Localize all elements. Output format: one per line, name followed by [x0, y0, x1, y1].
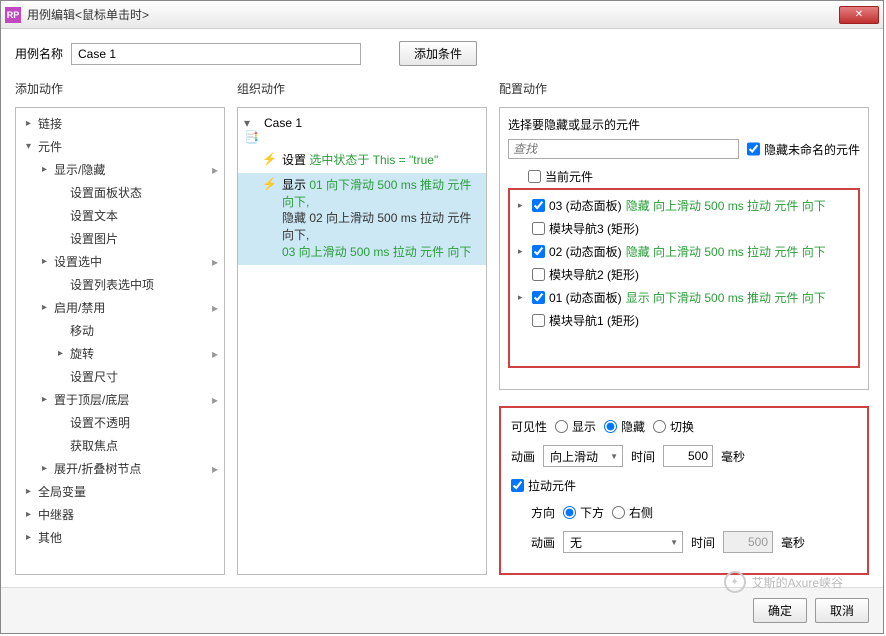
- action-tree-item[interactable]: 设置文本: [16, 204, 224, 227]
- close-button[interactable]: ✕: [839, 6, 879, 24]
- time-input[interactable]: [663, 445, 713, 467]
- org-case-row[interactable]: ▾ 📑 Case 1: [238, 112, 486, 148]
- org-set-row[interactable]: ⚡ 设置 选中状态于 This = "true": [238, 148, 486, 173]
- action-tree-item[interactable]: 设置尺寸: [16, 365, 224, 388]
- pull-time-input: [723, 531, 773, 553]
- action-tree-item[interactable]: ▸链接: [16, 112, 224, 135]
- visibility-hide-radio[interactable]: 隐藏: [604, 418, 645, 435]
- action-tree-item[interactable]: 设置不透明: [16, 411, 224, 434]
- pull-animation-label: 动画: [531, 534, 555, 551]
- animation-select[interactable]: 向上滑动: [543, 445, 623, 467]
- actions-tree[interactable]: ▸链接▾元件▸显示/隐藏▸设置面板状态设置文本设置图片▸设置选中▸设置列表选中项…: [15, 107, 225, 575]
- visibility-toggle-radio[interactable]: 切换: [653, 418, 694, 435]
- app-icon: RP: [5, 7, 21, 23]
- action-tree-item[interactable]: ▸中继器: [16, 503, 224, 526]
- element-row[interactable]: ▸ 02 (动态面板) 隐藏 向上滑动 500 ms 拉动 元件 向下: [514, 240, 854, 263]
- element-row[interactable]: ▸ 03 (动态面板) 隐藏 向上滑动 500 ms 拉动 元件 向下: [514, 194, 854, 217]
- organize-action-title: 组织动作: [237, 80, 487, 101]
- time-label: 时间: [631, 448, 655, 465]
- properties-panel: 可见性 显示 隐藏 切换 动画 向上滑动 时间 毫秒: [499, 406, 869, 575]
- case-name-input[interactable]: [71, 43, 361, 65]
- hide-unnamed-checkbox[interactable]: 隐藏未命名的元件: [747, 139, 860, 159]
- select-elements-label: 选择要隐藏或显示的元件: [508, 116, 860, 133]
- organize-panel: ▾ 📑 Case 1 ⚡ 设置 选中状态于 This = "true" ⚡ 显示…: [237, 107, 487, 575]
- action-tree-item[interactable]: 设置列表选中项: [16, 273, 224, 296]
- action-tree-item[interactable]: ▾元件: [16, 135, 224, 158]
- direction-down-radio[interactable]: 下方: [563, 504, 604, 521]
- element-row[interactable]: 模块导航3 (矩形): [514, 217, 854, 240]
- direction-label: 方向: [531, 504, 555, 521]
- current-element-row[interactable]: 当前元件: [508, 165, 860, 188]
- action-tree-item[interactable]: ▸旋转▸: [16, 342, 224, 365]
- dialog-title: 用例编辑<鼠标单击时>: [27, 6, 839, 23]
- action-tree-item[interactable]: ▸显示/隐藏▸: [16, 158, 224, 181]
- case-icon: ▾ 📑: [244, 116, 258, 144]
- direction-right-radio[interactable]: 右侧: [612, 504, 653, 521]
- ok-button[interactable]: 确定: [753, 598, 807, 623]
- element-row[interactable]: ▸ 01 (动态面板) 显示 向下滑动 500 ms 推动 元件 向下: [514, 286, 854, 309]
- action-tree-item[interactable]: ▸置于顶层/底层▸: [16, 388, 224, 411]
- cancel-button[interactable]: 取消: [815, 598, 869, 623]
- action-tree-item[interactable]: 设置面板状态: [16, 181, 224, 204]
- elements-list: ▸ 03 (动态面板) 隐藏 向上滑动 500 ms 拉动 元件 向下 模块导航…: [508, 188, 860, 368]
- action-tree-item[interactable]: ▸设置选中▸: [16, 250, 224, 273]
- search-elements-input[interactable]: [508, 139, 739, 159]
- pull-time-label: 时间: [691, 534, 715, 551]
- action-tree-item[interactable]: 获取焦点: [16, 434, 224, 457]
- org-show-row[interactable]: ⚡ 显示 01 向下滑动 500 ms 推动 元件 向下,隐藏 02 向上滑动 …: [238, 173, 486, 265]
- case-name-label: 用例名称: [15, 45, 63, 62]
- action-tree-item[interactable]: ▸启用/禁用▸: [16, 296, 224, 319]
- add-condition-button[interactable]: 添加条件: [399, 41, 477, 66]
- action-tree-item[interactable]: ▸全局变量: [16, 480, 224, 503]
- visibility-show-radio[interactable]: 显示: [555, 418, 596, 435]
- pull-checkbox[interactable]: 拉动元件: [511, 477, 576, 494]
- configure-action-title: 配置动作: [499, 80, 869, 101]
- action-tree-item[interactable]: 移动: [16, 319, 224, 342]
- element-row[interactable]: 模块导航1 (矩形): [514, 309, 854, 332]
- add-action-title: 添加动作: [15, 80, 225, 101]
- animation-label: 动画: [511, 448, 535, 465]
- action-tree-item[interactable]: ▸展开/折叠树节点▸: [16, 457, 224, 480]
- visibility-label: 可见性: [511, 418, 547, 435]
- action-tree-item[interactable]: ▸其他: [16, 526, 224, 549]
- bolt-icon: ⚡: [262, 177, 276, 191]
- titlebar: RP 用例编辑<鼠标单击时> ✕: [1, 1, 883, 29]
- element-row[interactable]: 模块导航2 (矩形): [514, 263, 854, 286]
- bolt-icon: ⚡: [262, 152, 276, 166]
- pull-animation-select[interactable]: 无: [563, 531, 683, 553]
- action-tree-item[interactable]: 设置图片: [16, 227, 224, 250]
